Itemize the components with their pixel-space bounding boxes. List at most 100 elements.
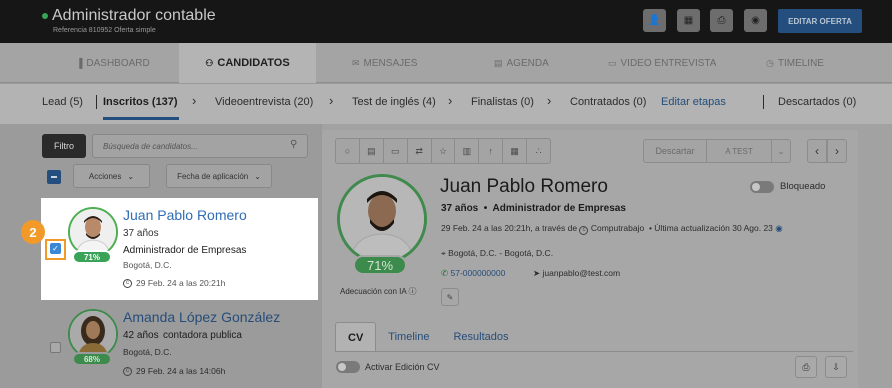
chevron-right-icon: › (192, 93, 197, 108)
blocked-label: Bloqueado (780, 181, 826, 192)
candidate-location: Bogotá, D.C. (123, 347, 172, 357)
next-candidate-button[interactable]: › (827, 139, 847, 163)
tab-candidatos[interactable]: ⚇ CANDIDATOS (179, 43, 316, 83)
divider (335, 351, 853, 352)
candidate-date: c 29 Feb. 24 a las 20:21h (123, 278, 225, 288)
person-avatar-icon (340, 177, 424, 261)
clipboard-icon[interactable]: ▥ (455, 139, 480, 163)
page-subtitle: Referencia 810952 Oferta simple (53, 27, 156, 34)
grid-icon[interactable]: ▦ (503, 139, 528, 163)
candidate-name[interactable]: Amanda López González (123, 309, 280, 325)
tab-agenda[interactable]: ▤ AGENDA (494, 43, 549, 83)
person-avatar-icon (70, 209, 116, 255)
candidate-age: 42 años (123, 330, 159, 341)
candidate-location: Bogotá, D.C. (123, 260, 172, 270)
print-icon[interactable]: ⎙ (710, 9, 733, 32)
search-icon[interactable]: ⚲ (290, 139, 297, 150)
qr-icon[interactable]: ▦ (677, 9, 700, 32)
candidate-age: 37 años (123, 228, 159, 239)
select-all-checkbox[interactable] (47, 170, 61, 184)
stage-contratados[interactable]: Contratados (0) (570, 96, 646, 108)
profile-phone[interactable]: ✆ 57-000000000 (441, 268, 505, 279)
tab-dashboard[interactable]: ▐ DASHBOARD (76, 43, 150, 83)
edit-icon[interactable]: ✎ (441, 288, 459, 306)
active-stage-indicator (103, 117, 179, 120)
search-input[interactable] (93, 135, 283, 157)
cv-edit-label: Activar Edición CV (365, 362, 440, 372)
blocked-toggle[interactable] (750, 181, 774, 193)
chevron-down-icon[interactable]: ⌄ (771, 139, 791, 163)
candidate-date: c 29 Feb. 24 a las 14:06h (123, 366, 225, 376)
indeterminate-mark (51, 176, 57, 178)
candidate-checkbox[interactable]: ✓ (50, 243, 61, 254)
stage-inscritos[interactable]: Inscritos (137) (103, 96, 178, 108)
step-badge: 2 (21, 220, 45, 244)
computrabajo-icon: c (123, 278, 132, 288)
location-pin-icon: ⌖ (441, 248, 446, 258)
clock-icon: ◷ (766, 57, 774, 68)
calendar-icon: ▤ (494, 57, 503, 68)
add-user-icon[interactable]: 👤 (643, 9, 666, 32)
candidate-name[interactable]: Juan Pablo Romero (123, 207, 247, 223)
previous-candidate-button[interactable]: ‹ (807, 139, 827, 163)
whatsapp-icon: ✆ (441, 268, 449, 278)
candidate-checkbox[interactable] (50, 342, 61, 353)
tab-timeline[interactable]: ◷ TIMELINE (766, 43, 824, 83)
computrabajo-icon: c (123, 366, 132, 376)
page-title: Administrador contable (52, 7, 216, 24)
match-badge: 71% (72, 250, 112, 264)
chevron-right-icon: › (329, 93, 334, 108)
card-icon[interactable]: ▭ (384, 139, 408, 163)
chat-icon[interactable]: ○ (336, 139, 360, 163)
edit-stages-link[interactable]: Editar etapas (661, 96, 726, 108)
help-icon[interactable]: ⓘ (409, 287, 417, 296)
discard-button[interactable]: Descartar (643, 139, 707, 163)
monitor-icon: ▭ (608, 57, 617, 68)
computrabajo-icon: c (579, 225, 589, 235)
profile-toolbar: ○ ▤ ▭ ⇄ ☆ ▥ ↑ ▦ ∴ (335, 138, 551, 164)
cv-edit-toggle[interactable] (336, 361, 360, 373)
people-icon: ⚇ (205, 57, 214, 68)
candidate-role: contadora publica (163, 330, 242, 341)
profile-email[interactable]: ➤ juanpablo@test.com (533, 268, 620, 279)
send-icon: ➤ (533, 268, 541, 278)
actions-dropdown[interactable]: Acciones ⌄ (73, 164, 150, 188)
divider (763, 95, 764, 109)
profile-location: ⌖ Bogotá, D.C. - Bogotá, D.C. (441, 248, 554, 258)
eye-icon[interactable]: ◉ (775, 223, 782, 233)
download-icon[interactable]: ⇩ (825, 356, 847, 378)
chevron-right-icon: › (547, 93, 552, 108)
stage-descartados[interactable]: Descartados (0) (778, 96, 856, 108)
cv-icon[interactable]: ▤ (360, 139, 384, 163)
chart-icon: ▐ (76, 58, 83, 68)
transfer-icon[interactable]: ⇄ (408, 139, 432, 163)
upload-icon[interactable]: ↑ (479, 139, 504, 163)
stage-lead[interactable]: Lead (5) (42, 96, 83, 108)
print-icon[interactable]: ⎙ (795, 356, 817, 378)
status-dot (42, 13, 48, 19)
chevron-down-icon: ⌄ (127, 171, 135, 181)
move-to-test-button[interactable]: A TEST (706, 139, 772, 163)
tab-mensajes[interactable]: ✉ MENSAJES (352, 43, 417, 83)
tab-video-entrevista[interactable]: ▭ VIDEO ENTREVISTA (608, 43, 716, 83)
share-icon[interactable]: ∴ (527, 139, 550, 163)
filter-button[interactable]: Filtro (42, 134, 86, 158)
star-icon[interactable]: ☆ (432, 139, 456, 163)
stage-videoentrevista[interactable]: Videoentrevista (20) (215, 96, 313, 108)
stage-finalistas[interactable]: Finalistas (0) (471, 96, 534, 108)
person-avatar-icon (70, 311, 116, 357)
profile-tabs: CV Timeline Resultados (335, 322, 521, 352)
date-dropdown[interactable]: Fecha de aplicación ⌄ (166, 164, 272, 188)
profile-name: Juan Pablo Romero (440, 176, 608, 197)
tab-resultados[interactable]: Resultados (441, 322, 520, 352)
search-box (92, 134, 308, 158)
edit-offer-button[interactable]: EDITAR OFERTA (778, 9, 862, 33)
profile-avatar (337, 174, 427, 264)
eye-icon[interactable]: ◉ (744, 9, 767, 32)
tab-timeline[interactable]: Timeline (376, 322, 441, 352)
stage-test-ingles[interactable]: Test de inglés (4) (352, 96, 436, 108)
mail-icon: ✉ (352, 57, 360, 68)
chevron-right-icon: › (448, 93, 453, 108)
tab-cv[interactable]: CV (335, 322, 377, 352)
match-badge: 68% (72, 352, 112, 366)
